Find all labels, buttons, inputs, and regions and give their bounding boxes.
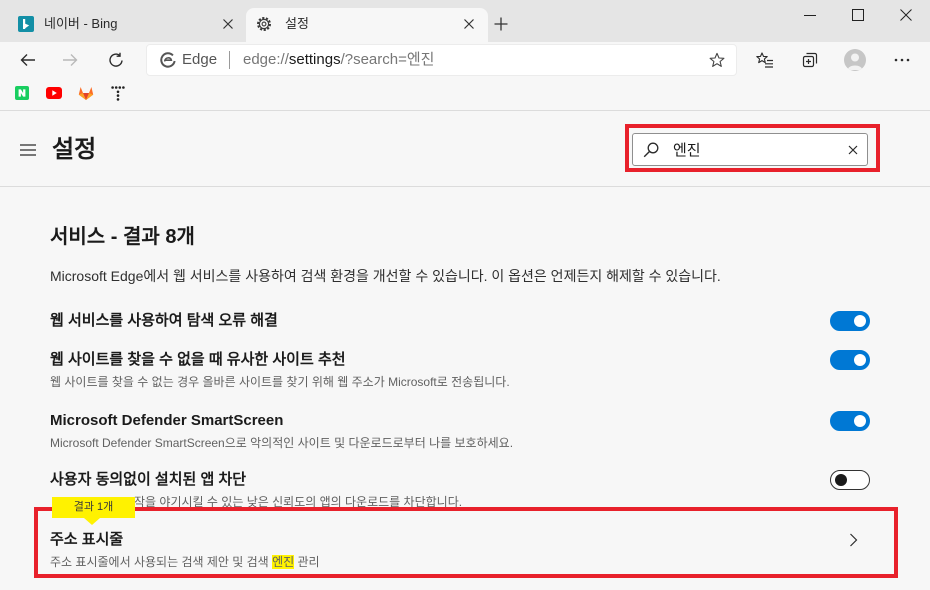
toggle-knob bbox=[835, 474, 847, 486]
add-favorite-star-icon[interactable] bbox=[709, 52, 725, 68]
profile-avatar-icon[interactable] bbox=[844, 49, 866, 71]
setting-row-navigation-errors: 웹 서비스를 사용하여 탐색 오류 해결 bbox=[50, 312, 810, 330]
setting-row-block-pua: 사용자 동의없이 설치된 앱 차단 작을 야기시킬 수 있는 낮은 신뢰도의 앱… bbox=[50, 471, 810, 510]
edge-logo-icon bbox=[160, 52, 176, 68]
toggle-similar-sites[interactable] bbox=[830, 350, 870, 370]
youtube-icon[interactable] bbox=[46, 87, 62, 99]
setting-title: 웹 서비스를 사용하여 탐색 오류 해결 bbox=[50, 312, 278, 329]
hamburger-menu-icon[interactable] bbox=[20, 144, 36, 156]
setting-title: 웹 사이트를 찾을 수 없을 때 유사한 사이트 추천 bbox=[50, 351, 346, 368]
result-count-tooltip: 결과 1개 bbox=[52, 497, 135, 518]
url-text[interactable]: edge://settings/?search=엔진 bbox=[243, 45, 434, 75]
tab-title: 네이버 - Bing bbox=[44, 16, 118, 31]
refresh-icon[interactable] bbox=[108, 52, 124, 68]
address-bar[interactable]: Edge edge://settings/?search=엔진 bbox=[146, 44, 737, 76]
toggle-navigation-errors[interactable] bbox=[830, 311, 870, 331]
setting-title: Microsoft Defender SmartScreen bbox=[50, 412, 284, 429]
toggle-knob bbox=[854, 415, 866, 427]
annotation-frame-address-bar-row bbox=[34, 507, 898, 578]
toggle-block-pua[interactable] bbox=[830, 470, 870, 490]
address-divider bbox=[229, 51, 230, 69]
toggle-knob bbox=[854, 354, 866, 366]
header-divider bbox=[0, 186, 930, 187]
forward-arrow-icon[interactable] bbox=[62, 52, 78, 68]
naver-icon[interactable] bbox=[15, 86, 29, 100]
site-identity-label: Edge bbox=[182, 51, 218, 68]
tab-title: 설정 bbox=[285, 16, 309, 31]
more-icon[interactable] bbox=[893, 51, 911, 69]
chrome-divider bbox=[0, 110, 930, 111]
setting-title: 사용자 동의없이 설치된 앱 차단 bbox=[50, 471, 247, 488]
setting-row-smartscreen: Microsoft Defender SmartScreen Microsoft… bbox=[50, 412, 810, 451]
bing-icon bbox=[18, 16, 34, 32]
new-tab-plus-icon[interactable] bbox=[494, 17, 508, 31]
toggle-smartscreen[interactable] bbox=[830, 411, 870, 431]
minimize-icon[interactable] bbox=[804, 9, 816, 21]
tab-settings[interactable]: 설정 bbox=[246, 8, 488, 42]
maximize-icon[interactable] bbox=[852, 9, 864, 21]
url-query: /?search=엔진 bbox=[340, 51, 435, 68]
setting-description: Microsoft Defender SmartScreen으로 악의적인 사이… bbox=[50, 436, 514, 450]
t-dots-icon[interactable] bbox=[111, 85, 125, 101]
url-host: settings bbox=[288, 51, 341, 68]
gitlab-icon[interactable] bbox=[78, 85, 94, 101]
setting-row-similar-sites: 웹 사이트를 찾을 수 없을 때 유사한 사이트 추천 웹 사이트를 찾을 수 … bbox=[50, 351, 810, 390]
favorites-icon[interactable] bbox=[756, 51, 774, 69]
back-arrow-icon[interactable] bbox=[20, 52, 36, 68]
tab-bing[interactable]: 네이버 - Bing bbox=[8, 8, 246, 42]
toggle-knob bbox=[854, 315, 866, 327]
page-title: 설정 bbox=[52, 136, 97, 163]
collections-icon[interactable] bbox=[801, 51, 819, 69]
section-heading: 서비스 - 결과 8개 bbox=[50, 226, 195, 248]
tooltip-arrow bbox=[84, 518, 100, 525]
tab-close-icon[interactable] bbox=[222, 18, 234, 30]
close-icon[interactable] bbox=[900, 9, 912, 21]
annotation-frame-search bbox=[625, 124, 880, 172]
gear-icon bbox=[256, 16, 272, 32]
setting-description: 웹 사이트를 찾을 수 없는 경우 올바른 사이트를 찾기 위해 웹 주소가 M… bbox=[50, 375, 510, 389]
section-description: Microsoft Edge에서 웹 서비스를 사용하여 검색 환경을 개선할 … bbox=[50, 268, 721, 284]
tab-close-icon[interactable] bbox=[463, 18, 475, 30]
url-scheme: edge:// bbox=[243, 51, 289, 68]
